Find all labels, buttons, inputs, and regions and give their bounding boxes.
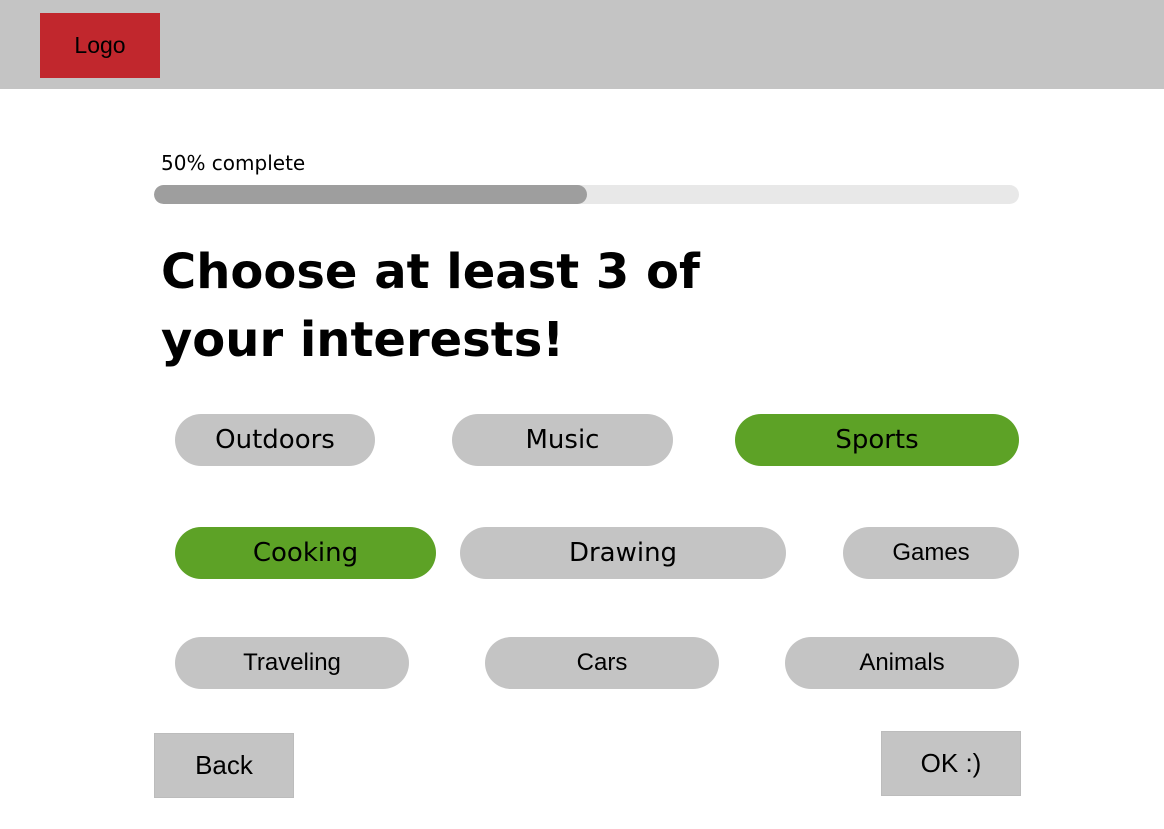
header-bar: Logo (0, 0, 1164, 89)
interest-chip-music[interactable]: Music (452, 414, 673, 466)
interest-chip-animals[interactable]: Animals (785, 637, 1019, 689)
interest-chip-cars[interactable]: Cars (485, 637, 719, 689)
logo[interactable]: Logo (40, 13, 160, 78)
progress-bar (154, 185, 1019, 204)
interest-chip-outdoors[interactable]: Outdoors (175, 414, 375, 466)
progress-bar-fill (154, 185, 587, 204)
interest-chip-games[interactable]: Games (843, 527, 1019, 579)
back-button[interactable]: Back (154, 733, 294, 798)
interest-chip-sports[interactable]: Sports (735, 414, 1019, 466)
page-title: Choose at least 3 of your interests! (161, 238, 721, 374)
interest-chip-traveling[interactable]: Traveling (175, 637, 409, 689)
progress-label: 50% complete (161, 151, 306, 175)
page-title-line-1: Choose at least 3 of (161, 244, 700, 300)
interest-chip-cooking[interactable]: Cooking (175, 527, 436, 579)
page-title-line-2: your interests! (161, 312, 565, 368)
ok-button[interactable]: OK :) (881, 731, 1021, 796)
interest-chip-drawing[interactable]: Drawing (460, 527, 786, 579)
